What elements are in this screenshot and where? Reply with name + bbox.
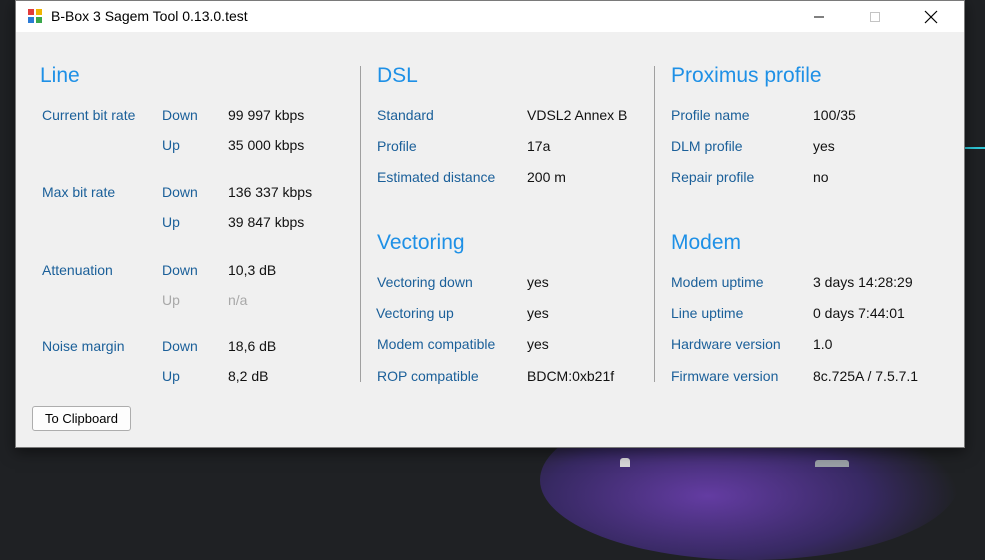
noise-margin-up-label: Up — [162, 368, 180, 384]
max-bit-rate-down-value: 136 337 kbps — [228, 184, 313, 200]
noise-margin-up-value: 8,2 dB — [228, 368, 269, 384]
current-bit-rate-up-label: Up — [162, 137, 180, 153]
section-title-dsl: DSL — [377, 64, 418, 87]
dsl-row-label: Profile — [377, 138, 417, 154]
maximize-icon — [870, 11, 880, 22]
section-title-vectoring: Vectoring — [377, 231, 465, 254]
noise-margin-down-value: 18,6 dB — [228, 338, 277, 354]
vectoring-row-label: Modem compatible — [377, 336, 496, 352]
section-title-proximus-profile: Proximus profile — [671, 64, 822, 87]
noise-margin-down-label: Down — [162, 338, 198, 354]
desktop-fragment — [620, 458, 630, 467]
max-bit-rate-label: Max bit rate — [42, 184, 116, 200]
proximus-row-label: Repair profile — [671, 169, 755, 185]
close-button[interactable] — [908, 1, 954, 32]
modem-row-value: 8c.725A / 7.5.7.1 — [813, 368, 919, 384]
modem-row-label: Hardware version — [671, 336, 781, 352]
column-divider — [654, 66, 655, 382]
to-clipboard-button[interactable]: To Clipboard — [32, 406, 131, 431]
current-bit-rate-down-value: 99 997 kbps — [228, 107, 305, 123]
current-bit-rate-down-label: Down — [162, 107, 198, 123]
modem-row-label: Firmware version — [671, 368, 779, 384]
section-title-line: Line — [40, 64, 80, 87]
modem-row-value: 1.0 — [813, 336, 833, 352]
attenuation-label: Attenuation — [42, 262, 113, 278]
current-bit-rate-up-value: 35 000 kbps — [228, 137, 305, 153]
window-title: B-Box 3 Sagem Tool 0.13.0.test — [51, 8, 248, 24]
close-icon — [924, 10, 938, 23]
dsl-row-value: 200 m — [527, 169, 566, 185]
desktop-accent-line — [963, 147, 985, 149]
vectoring-row-label: ROP compatible — [377, 368, 479, 384]
dsl-row-value: 17a — [527, 138, 551, 154]
proximus-row-label: Profile name — [671, 107, 750, 123]
proximus-row-label: DLM profile — [671, 138, 743, 154]
column-divider — [360, 66, 361, 382]
current-bit-rate-label: Current bit rate — [42, 107, 136, 123]
modem-row-label: Modem uptime — [671, 274, 764, 290]
vectoring-row-label: Vectoring down — [377, 274, 473, 290]
dsl-row-label: Estimated distance — [377, 169, 496, 185]
maximize-button[interactable] — [852, 1, 898, 32]
app-icon — [28, 9, 42, 23]
modem-row-label: Line uptime — [671, 305, 744, 321]
max-bit-rate-up-label: Up — [162, 214, 180, 230]
title-bar[interactable]: B-Box 3 Sagem Tool 0.13.0.test — [16, 1, 964, 32]
minimize-icon — [814, 16, 824, 17]
vectoring-row-value: yes — [527, 336, 549, 352]
dsl-row-value: VDSL2 Annex B — [527, 107, 628, 123]
proximus-row-value: no — [813, 169, 829, 185]
noise-margin-label: Noise margin — [42, 338, 125, 354]
modem-row-value: 3 days 14:28:29 — [813, 274, 913, 290]
section-title-modem: Modem — [671, 231, 742, 254]
attenuation-down-value: 10,3 dB — [228, 262, 277, 278]
attenuation-up-value: n/a — [228, 292, 248, 308]
proximus-row-value: yes — [813, 138, 835, 154]
attenuation-up-label: Up — [162, 292, 180, 308]
max-bit-rate-down-label: Down — [162, 184, 198, 200]
app-window: B-Box 3 Sagem Tool 0.13.0.test Line Curr… — [15, 0, 965, 448]
minimize-button[interactable] — [796, 1, 842, 32]
vectoring-row-value: yes — [527, 274, 549, 290]
vectoring-row-value: yes — [527, 305, 549, 321]
modem-row-value: 0 days 7:44:01 — [813, 305, 905, 321]
vectoring-row-value: BDCM:0xb21f — [527, 368, 615, 384]
vectoring-row-label: Vectoring up — [376, 305, 454, 321]
proximus-row-value: 100/35 — [813, 107, 856, 123]
desktop-fragment — [815, 460, 849, 467]
attenuation-down-label: Down — [162, 262, 198, 278]
max-bit-rate-up-value: 39 847 kbps — [228, 214, 305, 230]
dsl-row-label: Standard — [377, 107, 434, 123]
